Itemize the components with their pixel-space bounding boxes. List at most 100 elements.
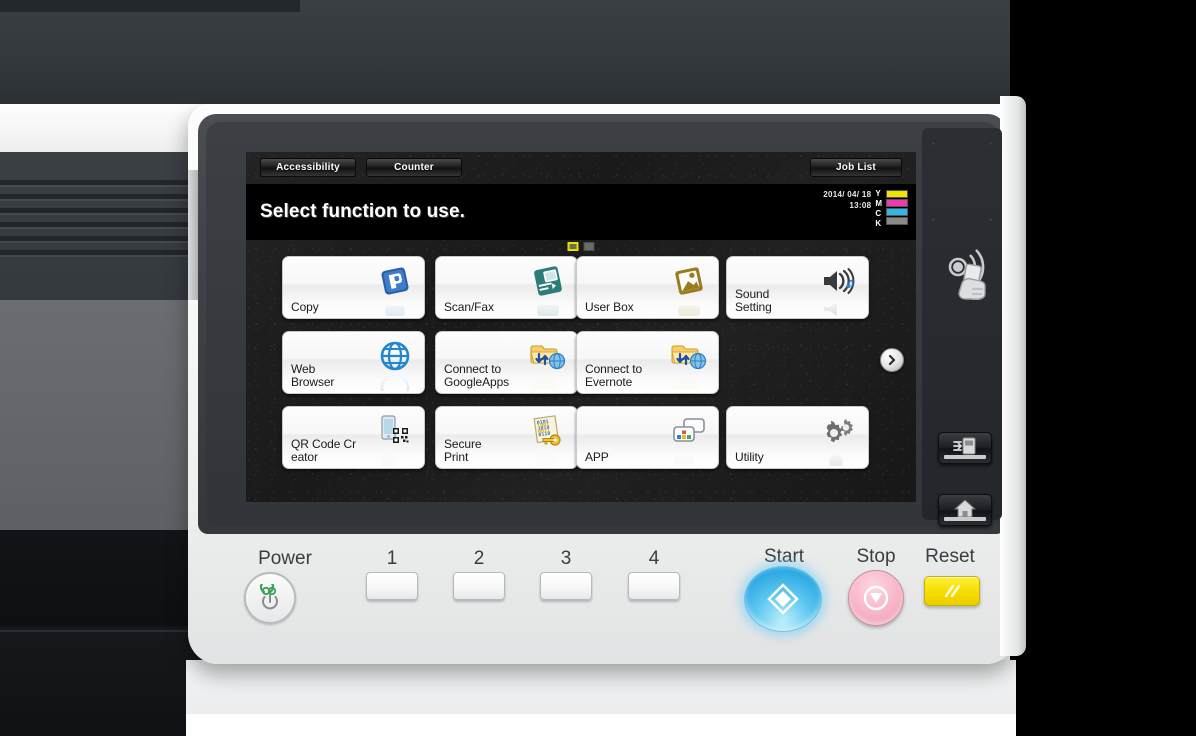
tile-label-web-browser: Web Browser (291, 362, 335, 389)
tile-connect-evernote[interactable]: Connect to Evernote (576, 331, 719, 394)
numeric-key-label-1: 1 (386, 548, 398, 569)
date-text: 2014/ 04/ 18 (823, 190, 872, 199)
stop-icon (863, 585, 889, 611)
scan-fax-icon-reflection (527, 300, 569, 316)
touchscreen[interactable]: Accessibility Counter Job List Select fu… (246, 152, 916, 502)
secure-print-icon: 0101 1010 0110 1001 0011 (527, 412, 569, 450)
access-button[interactable] (938, 432, 992, 464)
numeric-key-4[interactable] (628, 572, 680, 600)
chevron-right-icon (888, 354, 896, 366)
stop-button[interactable] (848, 570, 904, 626)
tile-label-connect-evernote: Connect to Evernote (585, 362, 643, 389)
tile-label-secure-print: Secure Print (444, 437, 482, 464)
tile-connect-googleapps[interactable]: Connect to GoogleApps (435, 331, 578, 394)
home-button[interactable] (938, 494, 992, 526)
utility-icon-reflection (818, 450, 860, 466)
app-icon-reflection (668, 450, 710, 466)
numeric-key-label-2: 2 (473, 548, 485, 569)
numeric-key-1[interactable] (366, 572, 418, 600)
start-button[interactable] (744, 566, 822, 632)
utility-icon (818, 412, 860, 450)
reset-slash-icon (944, 584, 961, 598)
user-box-icon (668, 262, 710, 300)
tile-sound-setting[interactable]: Sound Setting (726, 256, 869, 319)
access-id-icon (953, 437, 976, 454)
toner-bar-cyan (886, 208, 908, 216)
screw-mid-left (932, 218, 935, 221)
page-dot-1[interactable] (567, 242, 579, 251)
web-browser-icon-reflection (374, 375, 416, 391)
tile-web-browser[interactable]: Web Browser (282, 331, 425, 394)
page-dot-2[interactable] (583, 242, 595, 251)
toner-letter-c: C (875, 209, 882, 218)
accessibility-button[interactable]: Accessibility (260, 158, 356, 177)
printer-scene: Accessibility Counter Job List Select fu… (0, 0, 1196, 736)
toner-bar-magenta (886, 199, 908, 207)
tile-label-sound-setting: Sound Setting (735, 287, 772, 314)
power-icon (259, 584, 278, 610)
toner-letters: Y M C K (875, 189, 882, 229)
status-right-cluster: 2014/ 04/ 18 13:08 Y M C K (823, 189, 908, 229)
qr-code-creator-icon-reflection (374, 450, 416, 466)
tile-qr-code-creator[interactable]: QR Code Cr eator (282, 406, 425, 469)
nfc-card-reader-icon[interactable] (930, 240, 998, 312)
numeric-key-label-4: 4 (648, 548, 660, 569)
next-page-button[interactable] (880, 348, 904, 372)
job-list-button[interactable]: Job List (810, 158, 902, 177)
reset-button[interactable] (924, 576, 980, 606)
copy-icon (374, 262, 416, 300)
tile-row-3: QR Code Cr eator Secure Print 0101 1010 … (246, 406, 916, 469)
function-tile-grid: Copy Scan/Fax User Box Sound Setting Web… (246, 256, 916, 481)
toner-letter-k: K (875, 219, 882, 228)
scan-fax-icon (527, 262, 569, 300)
datetime-display: 2014/ 04/ 18 13:08 (823, 189, 871, 211)
tile-label-user-box: User Box (585, 300, 634, 314)
status-message: Select function to use. (260, 201, 465, 222)
sound-setting-icon (818, 262, 860, 300)
toner-letter-y: Y (875, 189, 881, 198)
tile-scan-fax[interactable]: Scan/Fax (435, 256, 578, 319)
app-icon (668, 412, 710, 450)
numeric-key-2[interactable] (453, 572, 505, 600)
printer-front-lower-body (186, 660, 1016, 736)
tile-row-2: Web Browser Connect to GoogleApps Connec… (246, 331, 916, 394)
time-text: 13:08 (849, 201, 872, 210)
qr-code-creator-icon (374, 412, 416, 450)
scanner-lid-notch (0, 0, 300, 12)
secure-print-icon-reflection (527, 450, 569, 466)
start-diamond-icon (767, 583, 799, 615)
power-button[interactable] (244, 572, 296, 624)
toner-bar-yellow (886, 190, 908, 198)
tile-label-qr-code-creator: QR Code Cr eator (291, 437, 357, 464)
screw-mid-right (989, 218, 992, 221)
copy-icon-reflection (374, 300, 416, 316)
counter-button[interactable]: Counter (366, 158, 462, 177)
tile-secure-print[interactable]: Secure Print 0101 1010 0110 1001 0011 (435, 406, 578, 469)
tile-utility[interactable]: Utility (726, 406, 869, 469)
tile-copy[interactable]: Copy (282, 256, 425, 319)
tile-user-box[interactable]: User Box (576, 256, 719, 319)
screw-top-left (932, 142, 935, 145)
connect-evernote-icon (668, 337, 710, 375)
toner-letter-m: M (875, 199, 882, 208)
sound-setting-icon-reflection (818, 300, 860, 316)
user-box-icon-reflection (668, 300, 710, 316)
tile-label-connect-googleapps: Connect to GoogleApps (444, 362, 510, 389)
numeric-key-label-3: 3 (560, 548, 572, 569)
screen-topbar: Accessibility Counter Job List (246, 152, 916, 184)
toner-bar-black (886, 217, 908, 225)
tile-label-copy: Copy (291, 300, 319, 314)
page-indicator (567, 242, 595, 251)
toner-level-bars (886, 189, 908, 225)
tile-app[interactable]: APP (576, 406, 719, 469)
power-label: Power (258, 548, 312, 569)
tile-label-utility: Utility (735, 450, 764, 464)
connect-googleapps-icon (527, 337, 569, 375)
background-dark-right (1010, 0, 1196, 736)
web-browser-icon (374, 337, 416, 375)
connect-googleapps-icon-reflection (527, 375, 569, 391)
connect-evernote-icon-reflection (668, 375, 710, 391)
screw-top-right (989, 142, 992, 145)
numeric-key-3[interactable] (540, 572, 592, 600)
stop-label: Stop (856, 546, 896, 567)
